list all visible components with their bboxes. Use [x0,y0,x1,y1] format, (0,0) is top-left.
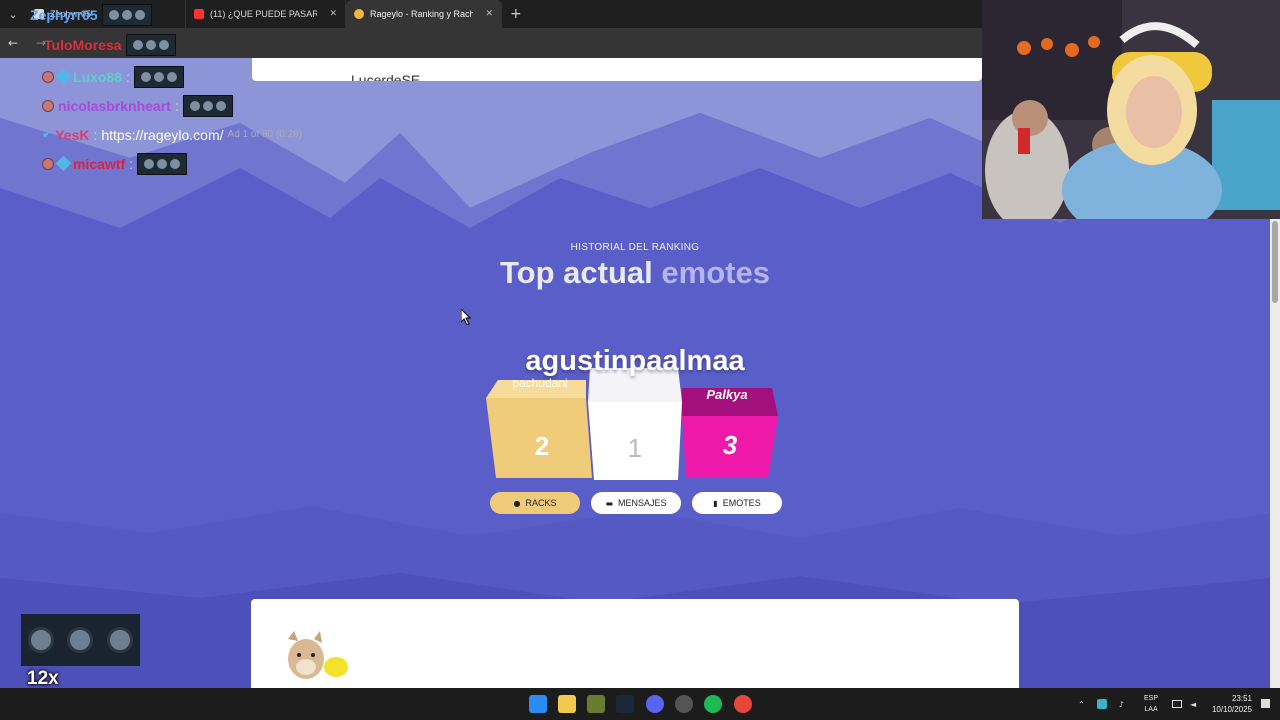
obs-icon[interactable] [675,695,693,713]
new-tab-button[interactable]: + [510,6,522,22]
coin-icon: ● [513,498,521,508]
clock-time: 23:51 [1231,694,1252,703]
volume-icon[interactable]: ◄ [1190,700,1196,709]
chat-username: Luxo88 [73,68,123,85]
back-button[interactable]: ← [8,36,26,50]
chat-line: Luxo88 : [42,62,302,91]
tab-mensajes[interactable]: ▬ MENSAJES [591,492,681,514]
page-scrollbar[interactable] [1270,219,1280,688]
chat-message-link[interactable]: https://rageylo.com/ [101,127,223,143]
tray-icons: ⌃ ♪ [1078,688,1134,720]
cat-emote-image [288,631,348,679]
notification-icon[interactable] [1261,699,1270,708]
webcam-image [982,0,1280,219]
system-tray: ◄ [1172,688,1196,720]
lang-code: ESP [1144,695,1159,702]
file-explorer-icon[interactable] [558,695,576,713]
streamer-webcam [982,0,1280,219]
chat-line: ✔ YesK : https://rageylo.com/ Ad 1 of 80… [42,126,303,143]
check-badge-icon: ✔ [42,129,52,141]
ranking-tabs: ● RACKS ▬ MENSAJES ▮ EMOTES [490,492,782,514]
chat-username: YesK [55,126,90,143]
chat-username: TuloMoresa [44,37,122,53]
title-main: Top actual [500,255,653,290]
tab-mensajes-label: MENSAJES [618,498,667,508]
chat-username: Zephyrr05 [30,7,98,23]
chat-username: nicolasbrknheart [58,97,171,114]
tab-racks[interactable]: ● RACKS [490,492,580,514]
windows-start-icon[interactable] [529,695,547,713]
podium-second-name: pachudani [512,376,568,390]
minion-emote [137,152,188,175]
lang-layout: LAA [1144,706,1158,713]
podium-third-name: Palkya [706,387,748,402]
microphone-icon[interactable]: ♪ [1119,700,1124,709]
badge-icon [42,70,54,83]
bar-chart-icon: ▮ [713,498,718,508]
app-tray-icon[interactable] [1096,699,1107,709]
podium-second-rank: 2 [534,431,550,461]
minion-emote [182,94,233,117]
browser-tab-youtube[interactable]: (11) ¿QUE PUEDE PASAR? - LOL ✕ [186,0,346,28]
mouse-cursor-icon [461,309,471,325]
badge-icon [42,99,54,112]
minion-emote [133,65,184,88]
chat-line-overlay-1: Zephyrr05 [30,4,152,26]
emote-card [251,599,1019,688]
previous-card: LucerdeSE [252,58,982,81]
diamond-badge-icon [55,155,72,172]
chat-line-overlay-2: TuloMoresa [44,34,176,56]
chevron-down-icon: ⌄ [8,7,18,21]
tab-label: Rageylo - Ranking y Racha de [370,9,474,19]
previous-card-name: LucerdeSE [351,72,421,81]
scrollbar-thumb[interactable] [1272,221,1278,303]
discord-icon[interactable] [646,695,664,713]
tab-list-menu-button[interactable]: ⌄ [0,0,26,28]
youtube-favicon-icon [194,9,204,19]
tab-racks-label: RACKS [525,498,557,508]
chevron-up-icon[interactable]: ⌃ [1078,700,1085,709]
tab-emotes[interactable]: ▮ EMOTES [692,492,782,514]
chat-username: micawtf [73,155,126,172]
language-indicator[interactable]: ESP LAA [1144,693,1158,715]
stream-chat: Luxo88 : nicolasbrknheart : ✔ YesK : htt… [42,62,302,178]
message-icon: ▬ [605,498,614,508]
chat-line: nicolasbrknheart : [42,91,302,120]
badge-icon [42,157,54,170]
chat-line: micawtf : [42,149,302,178]
chrome-icon[interactable] [734,695,752,713]
windows-taskbar: ⌃ ♪ ESP LAA ◄ 23:51 10/10/2025 [0,688,1280,720]
system-clock[interactable]: 23:51 10/10/2025 [1212,693,1252,715]
tab-emotes-label: EMOTES [722,498,761,508]
podium-first-name: agustinpaalmaa [525,345,745,377]
title-accent: emotes [661,255,770,290]
close-tab-icon[interactable]: ✕ [485,9,493,19]
spotify-icon[interactable] [704,695,722,713]
close-tab-icon[interactable]: ✕ [329,9,337,19]
clock-date: 10/10/2025 [1211,705,1252,714]
minion-emote [101,4,152,26]
minion-emote [125,34,176,56]
rageylo-favicon-icon [354,9,364,19]
minecraft-icon[interactable] [587,695,605,713]
minion-streak-image [21,614,140,666]
tab-label: (11) ¿QUE PUEDE PASAR? - LOL [210,9,318,19]
diamond-badge-icon [55,68,72,85]
podium-third-rank: 3 [722,430,738,460]
ad-note: Ad 1 of 80 (0:28) [227,129,303,140]
browser-tab-rageylo[interactable]: Rageylo - Ranking y Racha de ✕ [346,0,502,28]
network-icon[interactable] [1172,700,1182,708]
section-kicker: HISTORIAL DEL RANKING [570,242,700,253]
steam-icon[interactable] [616,695,634,713]
section-title: Top actual emotes [0,255,1270,291]
podium-first-rank: 1 [627,433,643,463]
